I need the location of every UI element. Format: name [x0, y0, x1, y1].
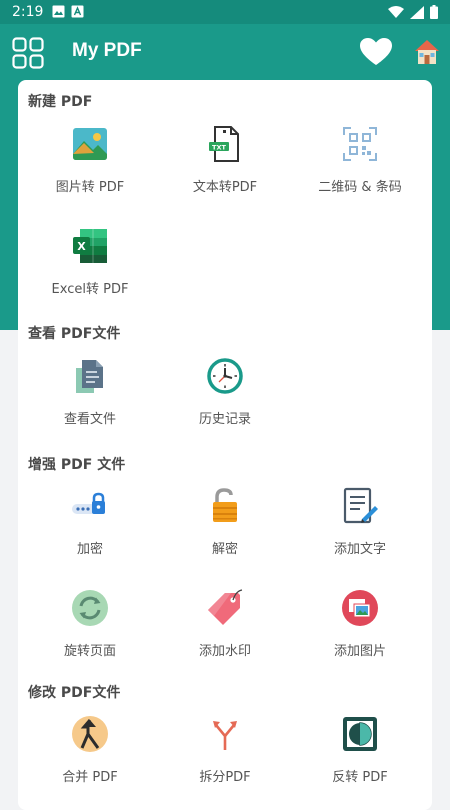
wifi-icon — [388, 5, 404, 18]
tile-merge-pdf[interactable]: 合并 PDF — [21, 714, 159, 794]
section-title-view: 查看 PDF文件 — [28, 326, 121, 342]
tag-icon — [208, 589, 243, 625]
tile-invert-pdf[interactable]: 反转 PDF — [291, 714, 429, 794]
tile-excel-to-pdf[interactable]: X Excel转 PDF — [21, 226, 159, 306]
gallery-notification-icon — [52, 5, 65, 18]
svg-text:TXT: TXT — [212, 144, 226, 152]
password-lock-icon — [72, 492, 105, 514]
section-title-modify: 修改 PDF文件 — [28, 685, 121, 701]
signal-icon — [410, 5, 424, 19]
tile-label: 添加图片 — [333, 644, 386, 659]
tile-label: 拆分PDF — [199, 770, 251, 785]
tile-history[interactable]: 历史记录 — [156, 356, 294, 436]
svg-text:X: X — [77, 240, 86, 253]
rotate-icon — [72, 590, 108, 626]
invert-icon — [343, 717, 377, 751]
section-title-create: 新建 PDF — [28, 94, 93, 110]
status-bar: 2:19 — [0, 0, 450, 24]
tile-label: 添加水印 — [198, 644, 251, 659]
tile-label: 历史记录 — [198, 412, 251, 427]
clock-icon — [207, 358, 243, 394]
tile-image-to-pdf[interactable]: 图片转 PDF — [21, 124, 159, 204]
section-title-enhance: 增强 PDF 文件 — [28, 457, 126, 473]
heart-icon[interactable] — [360, 38, 392, 66]
tile-add-watermark[interactable]: 添加水印 — [156, 588, 294, 668]
tile-label: 添加文字 — [333, 542, 386, 557]
tile-label: 合并 PDF — [62, 770, 118, 785]
tile-decrypt[interactable]: 解密 — [156, 486, 294, 566]
tile-label: 二维码 & 条码 — [318, 180, 402, 195]
tile-label: Excel转 PDF — [51, 282, 129, 297]
grid-menu-icon[interactable] — [12, 37, 44, 69]
tile-label: 加密 — [76, 542, 103, 557]
a-notification-icon — [71, 5, 84, 18]
app-bar: My PDF — [0, 24, 450, 80]
tile-rotate-pages[interactable]: 旋转页面 — [21, 588, 159, 668]
split-icon — [213, 721, 237, 750]
battery-icon — [430, 5, 438, 19]
tile-label: 查看文件 — [63, 412, 116, 427]
edit-text-icon — [343, 487, 378, 524]
status-time: 2:19 — [12, 4, 44, 20]
unlock-icon — [213, 488, 237, 522]
tile-label: 解密 — [211, 542, 238, 557]
qr-code-icon — [343, 127, 377, 161]
tile-text-to-pdf[interactable]: TXT 文本转PDF — [156, 124, 294, 204]
tile-view-files[interactable]: 查看文件 — [21, 356, 159, 436]
tile-add-text[interactable]: 添加文字 — [291, 486, 429, 566]
image-icon — [73, 128, 107, 160]
home-icon[interactable] — [413, 38, 441, 66]
tile-label: 旋转页面 — [63, 644, 116, 659]
add-picture-icon — [342, 590, 378, 626]
tile-encrypt[interactable]: 加密 — [21, 486, 159, 566]
tile-label: 文本转PDF — [192, 180, 258, 195]
app-title: My PDF — [72, 40, 142, 61]
documents-icon — [76, 360, 103, 393]
tile-split-pdf[interactable]: 拆分PDF — [156, 714, 294, 794]
excel-icon: X — [73, 229, 107, 263]
txt-file-icon: TXT — [209, 126, 239, 162]
tile-add-picture[interactable]: 添加图片 — [291, 588, 429, 668]
merge-icon — [72, 716, 108, 752]
tile-qr-barcode[interactable]: 二维码 & 条码 — [291, 124, 429, 204]
tile-label: 反转 PDF — [332, 770, 388, 785]
tools-card: 新建 PDF 图片转 PDF TXT 文本转PDF 二维码 & 条码 X Exc… — [18, 80, 432, 810]
tile-label: 图片转 PDF — [55, 180, 125, 195]
